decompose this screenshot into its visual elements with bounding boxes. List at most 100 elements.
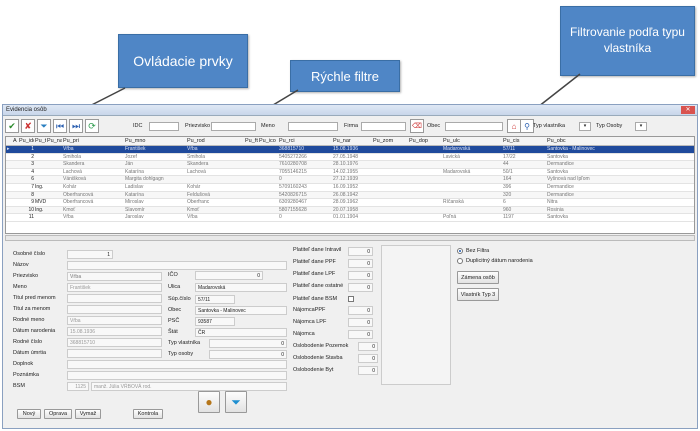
filter-idc-input[interactable]	[149, 122, 179, 131]
nazov-field[interactable]	[67, 261, 287, 270]
table-row[interactable]: 10 Ing. Kmoť Slavomír Kmoť 5807155628 20.07.19…	[6, 206, 694, 215]
right-box	[381, 245, 451, 385]
grid-column-header[interactable]: Pu_cis	[502, 137, 546, 145]
filter-meno-input[interactable]	[288, 122, 338, 131]
table-row[interactable]: 6 Vánišková Margita dohlgagn 0 27.12.1939 164…	[6, 176, 694, 184]
grid-column-header[interactable]: Pu_idc	[18, 137, 34, 145]
table-cell	[258, 161, 278, 168]
table-cell	[46, 192, 62, 199]
table-cell: 20.07.1958	[333, 206, 359, 213]
table-cell: Kmoť	[63, 206, 76, 213]
najomca-ppf-field[interactable]: 0	[348, 306, 373, 315]
oslob-stavba-field[interactable]: 0	[358, 354, 378, 363]
titul-za-field[interactable]	[67, 305, 162, 314]
novy-button[interactable]: Nový	[17, 409, 41, 419]
refresh-icon[interactable]: ⟳	[85, 119, 99, 133]
table-cell: 11	[28, 214, 34, 221]
coin-icon[interactable]: ●	[198, 391, 220, 413]
lpf-field[interactable]: 0	[348, 271, 373, 280]
ppf-intravil-field[interactable]: 0	[348, 247, 373, 256]
ok-icon[interactable]: ✔	[5, 119, 19, 133]
stat-field[interactable]: ČR	[195, 328, 287, 337]
bsm-number-field[interactable]: 1125	[67, 382, 89, 391]
oprava-button[interactable]: Oprava	[44, 409, 72, 419]
priezvisko-field[interactable]: Vŕba	[67, 272, 162, 281]
table-cell: 0	[279, 176, 282, 183]
doplnok-field[interactable]	[67, 360, 287, 369]
ostatne-field[interactable]: 0	[348, 283, 373, 292]
ico-field[interactable]: 0	[195, 271, 263, 280]
typ-osoby-field[interactable]: 0	[209, 350, 287, 359]
home-icon[interactable]: ⌂	[507, 119, 521, 133]
next-icon[interactable]: ⏭	[69, 119, 83, 133]
cancel-icon[interactable]: ✘	[21, 119, 35, 133]
table-row[interactable]: 9MVDr. Oberfrancová Miroslav Oberfranc 63092…	[6, 199, 694, 207]
persons-grid[interactable]: APu_idcPu_ttpPu_nacPu_priPu_mnoPu_rodPu_…	[5, 136, 695, 234]
funnel-icon[interactable]: ⏷	[225, 391, 247, 413]
ulica-field[interactable]: Madarovská	[195, 283, 287, 292]
psc-field[interactable]: 93587	[195, 317, 235, 326]
table-row[interactable]: 8 Oberfrancová Katarína Feldušová 5420826715…	[6, 191, 694, 200]
horizontal-scrollbar[interactable]	[5, 235, 695, 241]
table-row[interactable]: 11 Vŕba Jaroslav Vŕba 0 01.01.1904 Poľná 1197 Sa…	[6, 214, 694, 222]
grid-column-header[interactable]: Pu_pri	[62, 137, 124, 145]
table-cell: MVDr.	[35, 199, 46, 206]
grid-column-header[interactable]: Pu_nac	[46, 137, 62, 145]
table-cell: 17/22	[503, 153, 516, 160]
type-filter-icon[interactable]: ⚲	[520, 119, 534, 133]
datum-umrtia-field[interactable]	[67, 349, 162, 358]
filter-obec-input[interactable]	[445, 122, 503, 131]
filter-typ-osoby-select[interactable]: ▾	[635, 122, 647, 131]
kontrola-button[interactable]: Kontrola	[133, 409, 163, 419]
filter-firma-input[interactable]	[361, 122, 406, 131]
filter-typ-vlastnika-select[interactable]: ▾	[579, 122, 591, 131]
zamena-osob-button[interactable]: Zámena osôb	[457, 271, 499, 284]
bsm-text-field[interactable]: manž. Júlia VŔBOVÁ rod.	[91, 382, 287, 391]
prev-icon[interactable]: ⏮	[53, 119, 67, 133]
duplicitny-radio[interactable]	[457, 258, 463, 264]
grid-column-header[interactable]: Pu_zom	[372, 137, 408, 145]
oslob-pozemok-field[interactable]: 0	[358, 342, 378, 351]
datum-narodenia-field[interactable]: 15.08.1936	[67, 327, 162, 336]
table-cell: Feldušová	[187, 191, 211, 198]
table-cell: Ladislav	[125, 183, 144, 190]
ppf-field[interactable]: 0	[348, 259, 373, 268]
obec-field[interactable]: Santovka - Malinovec	[195, 306, 287, 315]
rodne-meno-field[interactable]: Vŕba	[67, 316, 162, 325]
rodne-cislo-field[interactable]: 368815710	[67, 338, 162, 347]
titul-pred-field[interactable]	[67, 294, 162, 303]
grid-column-header[interactable]: Pu_ico	[258, 137, 278, 145]
filter-priezvisko-input[interactable]	[211, 122, 256, 131]
grid-column-header[interactable]: Pu_ulc	[442, 137, 502, 145]
close-button[interactable]: ✕	[681, 106, 695, 114]
filter-icon[interactable]: ⏷	[37, 119, 51, 133]
table-row[interactable]: 4 Lachová Katarína Lachová 7055146215 14.02.1…	[6, 169, 694, 177]
table-row[interactable]: ▸ 1 Vŕba František Vŕba 368815710 15.08.1936 Ma…	[6, 146, 694, 154]
grid-column-header[interactable]: Pu_dop	[408, 137, 442, 145]
vymaz-button[interactable]: Vymaž	[75, 409, 101, 419]
table-row[interactable]: 3 Škandera Ján Škandera 7610280708 28.10.1976…	[6, 161, 694, 169]
poznamka-field[interactable]	[67, 371, 287, 380]
table-row[interactable]: 2 Šmihola Jozef Šmihola 5405272266 27.05.1948…	[6, 154, 694, 162]
najomca-lpf-field[interactable]: 0	[348, 318, 373, 327]
clear-filter-icon[interactable]: ⌫	[410, 119, 424, 133]
vlastnik-typ3-button[interactable]: Vlastník Typ 3	[457, 288, 499, 301]
oslob-byt-field[interactable]: 0	[358, 366, 378, 375]
grid-column-header[interactable]: Pu_nar	[332, 137, 372, 145]
grid-column-header[interactable]: Pu_ttp	[34, 137, 46, 145]
grid-column-header[interactable]: Pu_ftt	[244, 137, 258, 145]
meno-field[interactable]: František	[67, 283, 162, 292]
grid-column-header[interactable]: Pu_mno	[124, 137, 186, 145]
bsm-payer-checkbox[interactable]	[348, 296, 354, 302]
osobne-cislo-field[interactable]: 1	[67, 250, 113, 259]
najomca-field[interactable]: 0	[348, 330, 373, 339]
grid-column-header[interactable]: Pu_obc	[546, 137, 606, 145]
sup-cislo-field[interactable]: 57/11	[195, 295, 235, 304]
typ-vlastnika-field[interactable]: 0	[209, 339, 287, 348]
bez-filtra-radio[interactable]	[457, 248, 463, 254]
filter-typ-osoby-label: Typ Osoby	[596, 123, 623, 129]
grid-column-header[interactable]: Pu_rod	[186, 137, 244, 145]
table-cell	[46, 176, 62, 183]
grid-column-header[interactable]: Pu_rci	[278, 137, 332, 145]
table-row[interactable]: 7 Ing. Kohár Ladislav Kohár 5709160243 16.09.1…	[6, 184, 694, 192]
